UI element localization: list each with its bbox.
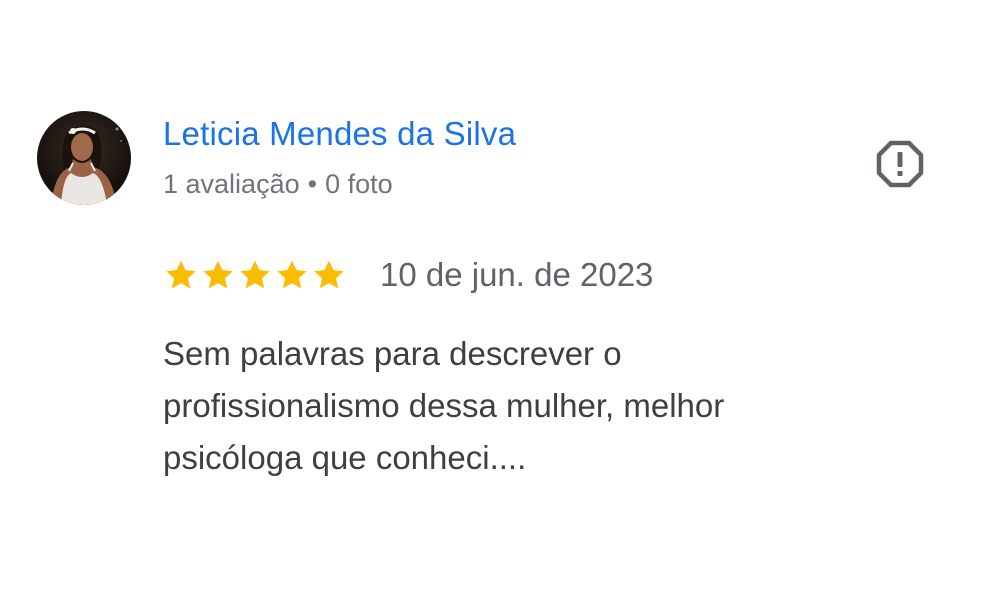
review-text: Sem palavras para descrever o profission…	[163, 335, 725, 476]
author-name[interactable]: Leticia Mendes da Silva	[163, 114, 516, 154]
author-meta: 1 avaliação • 0 foto	[163, 167, 393, 201]
star-icon	[274, 257, 310, 293]
star-icon	[237, 257, 273, 293]
photo-count: 0 foto	[325, 169, 393, 199]
report-button[interactable]	[874, 138, 926, 190]
review-card: Leticia Mendes da Silva 1 avaliação • 0 fo…	[0, 0, 1000, 600]
avatar-image	[37, 111, 131, 205]
star-rating	[163, 257, 348, 293]
star-icon	[311, 257, 347, 293]
meta-separator: •	[307, 169, 318, 199]
star-icon	[163, 257, 199, 293]
review-count: 1 avaliação	[163, 169, 300, 199]
report-octagon-icon	[876, 140, 924, 188]
rating-row: 10 de jun. de 2023	[163, 253, 653, 297]
star-icon	[200, 257, 236, 293]
avatar[interactable]	[37, 111, 131, 205]
review-date: 10 de jun. de 2023	[380, 256, 654, 293]
